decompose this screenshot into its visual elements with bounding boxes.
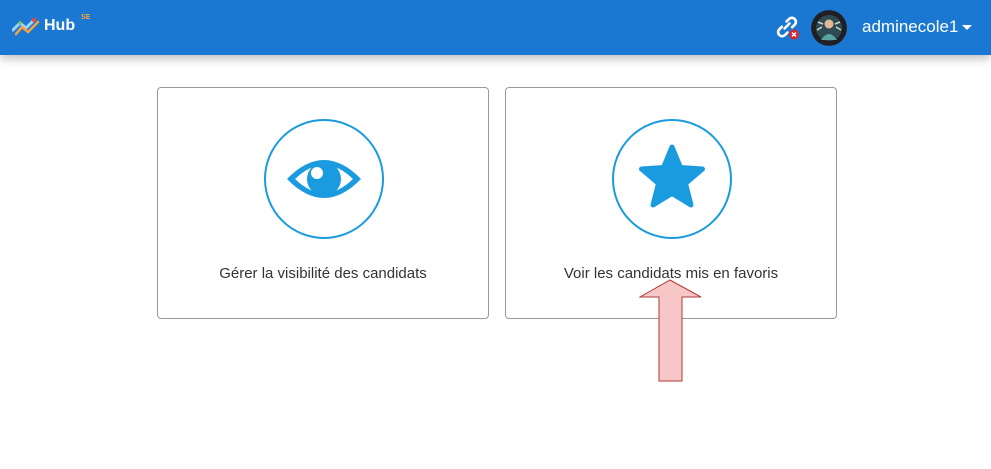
star-icon-circle bbox=[612, 119, 732, 239]
app-logo[interactable]: Hub SE bbox=[10, 10, 100, 42]
link-icon[interactable] bbox=[773, 13, 801, 41]
logo-mark-icon bbox=[12, 17, 40, 36]
top-navbar: Hub SE adminecole1 bbox=[0, 0, 991, 55]
card-label: Gérer la visibilité des candidats bbox=[219, 265, 427, 282]
card-favorite-candidates[interactable]: Voir les candidats mis en favoris bbox=[505, 87, 837, 319]
username-label[interactable]: adminecole1 bbox=[862, 17, 958, 37]
star-icon bbox=[639, 144, 705, 208]
avatar-image bbox=[811, 10, 847, 46]
chevron-down-icon[interactable] bbox=[962, 25, 972, 30]
user-avatar[interactable] bbox=[811, 10, 847, 46]
logo-text: Hub bbox=[44, 17, 76, 34]
card-manage-visibility[interactable]: Gérer la visibilité des candidats bbox=[157, 87, 489, 319]
eye-icon bbox=[287, 160, 361, 198]
eye-icon-circle bbox=[264, 119, 384, 239]
logo-superscript: SE bbox=[81, 14, 91, 21]
card-label: Voir les candidats mis en favoris bbox=[563, 265, 779, 282]
